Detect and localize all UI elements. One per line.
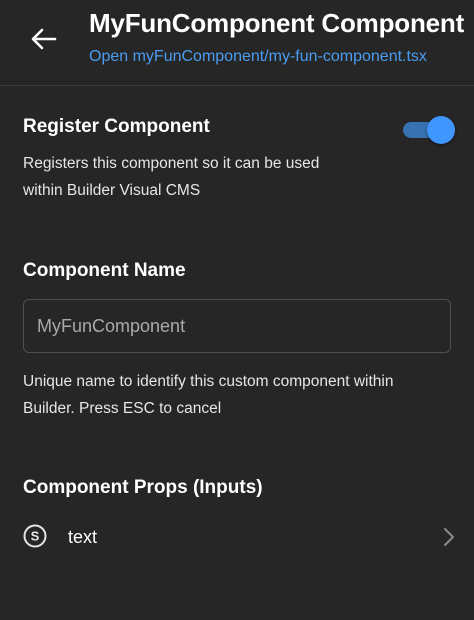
- open-file-link[interactable]: Open myFunComponent/my-fun-component.tsx: [89, 48, 427, 66]
- page-title: MyFunComponent Component: [89, 8, 465, 38]
- toggle-thumb: [427, 116, 455, 144]
- prop-label: text: [68, 527, 98, 547]
- register-description-line-1: Registers this component so it can be us…: [23, 155, 320, 172]
- chevron-right-icon: [444, 528, 454, 546]
- register-component-description: Registers this component so it can be us…: [23, 150, 319, 204]
- register-description-line-2: within Builder Visual CMS: [23, 182, 201, 199]
- component-name-help-line-1: Unique name to identify this custom comp…: [23, 373, 394, 390]
- component-name-help: Unique name to identify this custom comp…: [23, 368, 393, 422]
- component-props-title: Component Props (Inputs): [23, 477, 263, 498]
- register-component-toggle[interactable]: [403, 116, 455, 144]
- component-name-title: Component Name: [23, 260, 186, 281]
- svg-text:S: S: [31, 529, 40, 544]
- back-button[interactable]: [22, 17, 66, 61]
- arrow-left-icon: [31, 28, 57, 50]
- header: MyFunComponent Component Open myFunCompo…: [0, 0, 474, 86]
- prop-item-text[interactable]: S text: [0, 514, 474, 562]
- component-name-help-line-2: Builder. Press ESC to cancel: [23, 400, 222, 417]
- component-name-input[interactable]: [23, 299, 451, 353]
- register-component-title: Register Component: [23, 116, 210, 137]
- string-type-icon: S: [23, 524, 47, 548]
